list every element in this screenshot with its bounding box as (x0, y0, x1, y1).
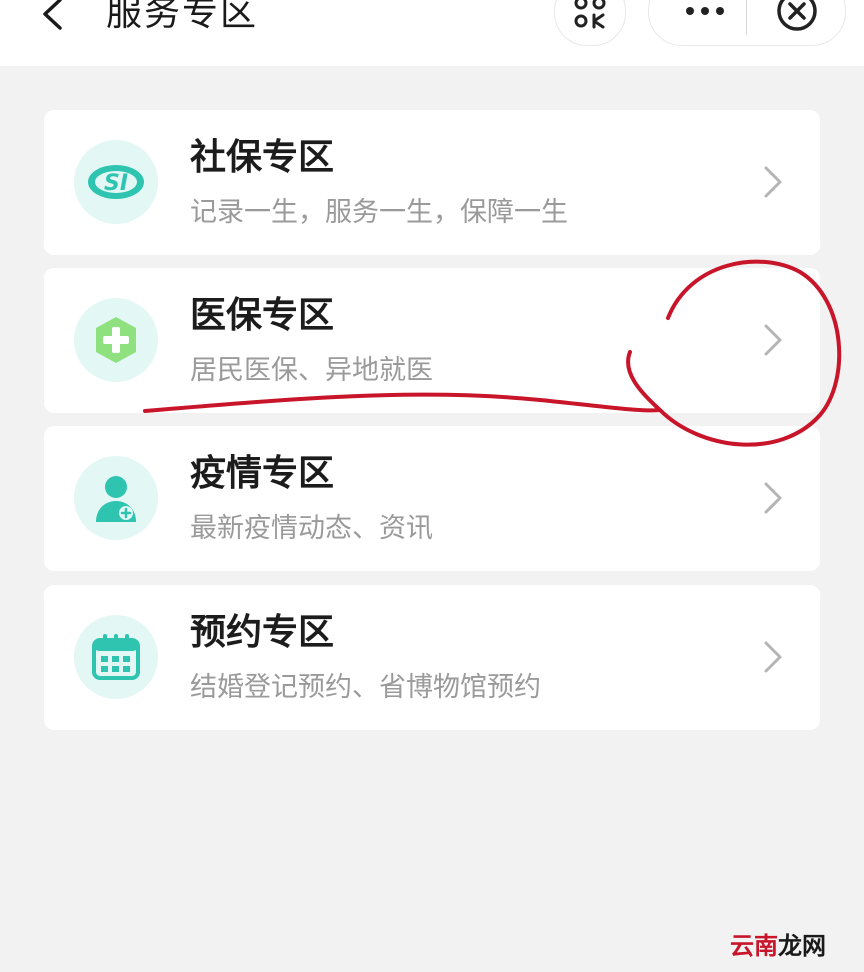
calendar-icon (74, 615, 158, 699)
card-title: 预约专区 (190, 612, 335, 653)
card-title: 医保专区 (190, 295, 335, 336)
card-appointment[interactable]: 预约专区 结婚登记预约、省博物馆预约 (44, 585, 820, 730)
chevron-left-icon (43, 0, 62, 30)
social-security-si-icon: SI (74, 140, 158, 224)
chevron-right-icon (764, 482, 782, 514)
scan-icon (574, 0, 606, 29)
svg-text:SI: SI (104, 171, 128, 196)
watermark-logo: 云南龙网 (730, 932, 826, 960)
chevron-right-icon (764, 166, 782, 198)
chevron-right-icon (764, 641, 782, 673)
medical-cross-icon (74, 298, 158, 382)
card-epidemic[interactable]: 疫情专区 最新疫情动态、资讯 (44, 426, 820, 571)
close-circle-icon (777, 0, 817, 31)
close-button[interactable] (753, 0, 841, 45)
card-subtitle: 居民医保、异地就医 (190, 355, 433, 386)
card-subtitle: 最新疫情动态、资讯 (190, 513, 433, 544)
card-title: 疫情专区 (190, 453, 335, 494)
doctor-icon (74, 456, 158, 540)
card-title: 社保专区 (190, 137, 335, 178)
card-subtitle: 记录一生，服务一生，保障一生 (190, 197, 568, 228)
chevron-right-icon (764, 324, 782, 356)
card-medical-insurance[interactable]: 医保专区 居民医保、异地就医 (44, 268, 820, 413)
top-nav-bar: 服务专区 (0, 0, 864, 66)
scan-button[interactable] (554, 0, 626, 46)
page-title: 服务专区 (106, 0, 259, 34)
card-social-security[interactable]: SI 社保专区 记录一生，服务一生，保障一生 (44, 110, 820, 255)
card-subtitle: 结婚登记预约、省博物馆预约 (190, 672, 541, 703)
back-button[interactable] (30, 0, 74, 42)
more-button[interactable] (665, 0, 745, 45)
capsule-divider (746, 0, 747, 35)
more-dots-icon (686, 7, 694, 15)
mini-program-capsule (648, 0, 846, 46)
